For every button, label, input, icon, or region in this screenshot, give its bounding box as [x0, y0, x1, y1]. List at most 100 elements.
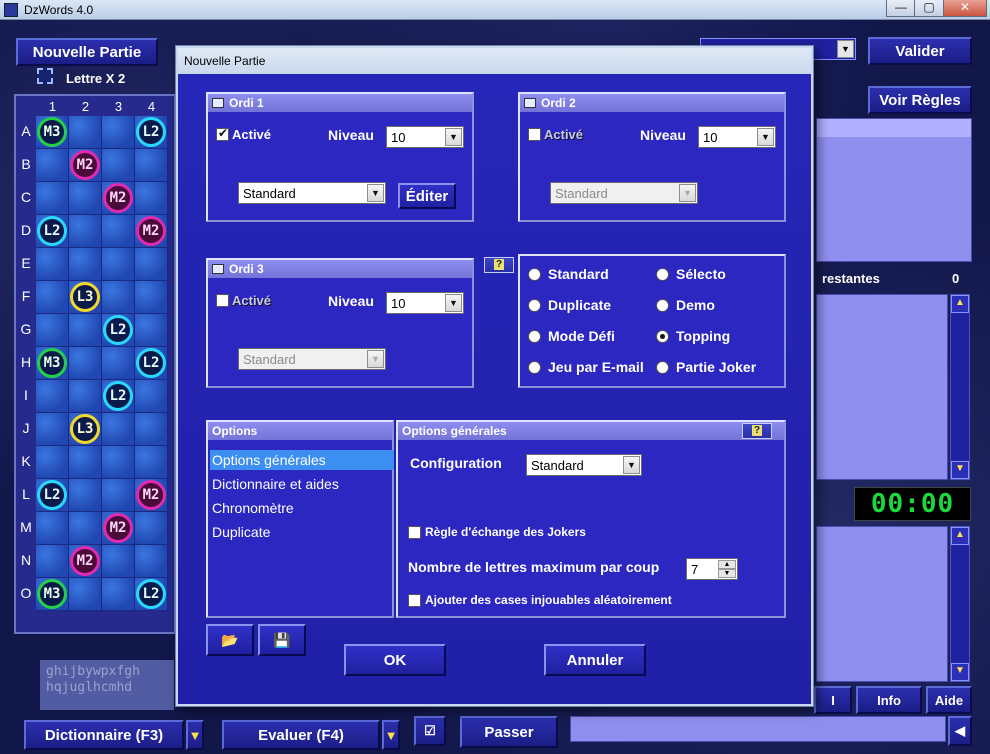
ordi2-level-select[interactable]: 10 ▼: [698, 126, 776, 148]
ok-button[interactable]: OK: [344, 644, 446, 676]
dictionary-arrow-icon[interactable]: ▼: [186, 720, 204, 750]
checkbox-icon[interactable]: ☑: [414, 716, 446, 746]
ordi1-profile-select[interactable]: Standard ▼: [238, 182, 386, 204]
board-cell[interactable]: [135, 512, 168, 545]
board-cell[interactable]: [36, 248, 69, 281]
ordi3-level-select[interactable]: 10 ▼: [386, 292, 464, 314]
board-cell[interactable]: [135, 413, 168, 446]
scroll-up-icon[interactable]: ▲: [951, 527, 969, 545]
help-button[interactable]: Aide: [926, 686, 972, 714]
speaker-icon[interactable]: ◀: [948, 716, 972, 746]
board-cell[interactable]: [69, 512, 102, 545]
board-cell[interactable]: [36, 413, 69, 446]
minimize-button[interactable]: —: [886, 0, 916, 17]
board-cell[interactable]: [69, 380, 102, 413]
max-letters-spinner[interactable]: 7 ▲ ▼: [686, 558, 738, 580]
scroll-down-icon[interactable]: ▼: [951, 461, 969, 479]
board-cell[interactable]: [36, 380, 69, 413]
close-button[interactable]: ✕: [943, 0, 987, 17]
board-cell[interactable]: [135, 248, 168, 281]
board-cell[interactable]: [102, 116, 135, 149]
board-cell[interactable]: [69, 314, 102, 347]
board-cell[interactable]: [102, 248, 135, 281]
options-list-item[interactable]: Dictionnaire et aides: [210, 474, 394, 494]
board-cell[interactable]: L2: [135, 116, 168, 149]
board-cell[interactable]: L2: [102, 314, 135, 347]
board-cell[interactable]: M2: [135, 215, 168, 248]
info-button[interactable]: Info: [856, 686, 922, 714]
board-cell[interactable]: M2: [69, 545, 102, 578]
board-cell[interactable]: [102, 281, 135, 314]
mode-label[interactable]: Demo: [676, 297, 715, 313]
maximize-button[interactable]: ▢: [914, 0, 944, 17]
board-cell[interactable]: M3: [36, 347, 69, 380]
mode-label[interactable]: Jeu par E-mail: [548, 359, 644, 375]
spin-down-icon[interactable]: ▼: [718, 569, 736, 578]
scroll-down-icon[interactable]: ▼: [951, 663, 969, 681]
board-cell[interactable]: [36, 149, 69, 182]
cancel-button[interactable]: Annuler: [544, 644, 646, 676]
pass-button[interactable]: Passer: [460, 716, 558, 748]
options-list-item[interactable]: Duplicate: [210, 522, 394, 542]
random-cells-checkbox[interactable]: [408, 594, 421, 607]
mode-label[interactable]: Mode Défi: [548, 328, 615, 344]
ordi1-edit-button[interactable]: Éditer: [398, 183, 456, 209]
i-button[interactable]: I: [814, 686, 852, 714]
history-list[interactable]: [816, 526, 948, 682]
board-cell[interactable]: [135, 446, 168, 479]
board-cell[interactable]: [69, 479, 102, 512]
mode-radio[interactable]: [656, 330, 669, 343]
open-folder-icon[interactable]: 📂: [206, 624, 254, 656]
board-cell[interactable]: M3: [36, 116, 69, 149]
general-help-button[interactable]: ?: [742, 423, 772, 439]
board-cell[interactable]: [36, 512, 69, 545]
board-cell[interactable]: [102, 479, 135, 512]
board-cell[interactable]: M2: [102, 512, 135, 545]
board-cell[interactable]: [36, 182, 69, 215]
board-cell[interactable]: [102, 578, 135, 611]
moves-list[interactable]: [816, 294, 948, 480]
board-cell[interactable]: [135, 281, 168, 314]
validate-button[interactable]: Valider: [868, 37, 972, 65]
board-cell[interactable]: M2: [135, 479, 168, 512]
config-select[interactable]: Standard ▼: [526, 454, 642, 476]
moves-scrollbar[interactable]: ▲ ▼: [950, 294, 970, 480]
board-cell[interactable]: [102, 545, 135, 578]
board-cell[interactable]: L2: [135, 347, 168, 380]
mode-label[interactable]: Sélecto: [676, 266, 726, 282]
board-cell[interactable]: [102, 347, 135, 380]
ordi3-active-checkbox[interactable]: [216, 294, 229, 307]
save-disk-icon[interactable]: 💾: [258, 624, 306, 656]
mode-radio[interactable]: [528, 361, 541, 374]
board-cell[interactable]: [102, 149, 135, 182]
mode-label[interactable]: Topping: [676, 328, 730, 344]
board-cell[interactable]: [69, 446, 102, 479]
dictionary-button[interactable]: Dictionnaire (F3): [24, 720, 184, 750]
mode-label[interactable]: Standard: [548, 266, 609, 282]
modes-help-button[interactable]: ?: [484, 257, 514, 273]
board-cell[interactable]: [36, 314, 69, 347]
mode-radio[interactable]: [528, 299, 541, 312]
mode-radio[interactable]: [656, 268, 669, 281]
ordi2-active-checkbox[interactable]: [528, 128, 541, 141]
board-cell[interactable]: [69, 215, 102, 248]
evaluate-arrow-icon[interactable]: ▼: [382, 720, 400, 750]
mode-radio[interactable]: [528, 268, 541, 281]
board-cell[interactable]: [102, 446, 135, 479]
board-cell[interactable]: L2: [135, 578, 168, 611]
options-list-item[interactable]: Chronomètre: [210, 498, 394, 518]
mode-radio[interactable]: [528, 330, 541, 343]
ordi1-active-checkbox[interactable]: [216, 126, 229, 141]
history-scrollbar[interactable]: ▲ ▼: [950, 526, 970, 682]
board-cell[interactable]: [69, 578, 102, 611]
joker-rule-checkbox[interactable]: [408, 526, 421, 539]
board-cell[interactable]: M3: [36, 578, 69, 611]
new-game-button[interactable]: Nouvelle Partie: [16, 38, 158, 66]
board-cell[interactable]: [69, 182, 102, 215]
board-cell[interactable]: L2: [102, 380, 135, 413]
board-cell[interactable]: [36, 446, 69, 479]
spin-up-icon[interactable]: ▲: [718, 560, 736, 569]
mode-label[interactable]: Partie Joker: [676, 359, 756, 375]
board-cell[interactable]: [135, 314, 168, 347]
board-cell[interactable]: [69, 347, 102, 380]
